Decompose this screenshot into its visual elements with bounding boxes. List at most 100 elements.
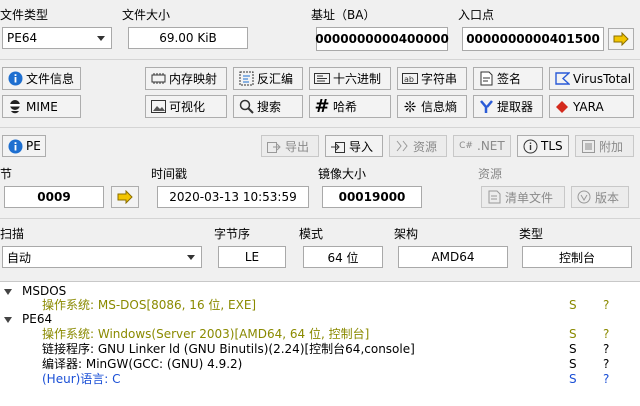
import-label: 导入 <box>349 139 374 154</box>
mime-button[interactable]: MIME <box>2 95 81 118</box>
hex-button[interactable]: 十六进制 <box>309 67 391 90</box>
search-button[interactable]: 搜索 <box>233 95 303 118</box>
arrow-right-icon <box>117 190 133 204</box>
architecture-field[interactable]: AMD64 <box>398 246 508 268</box>
section-label: 节 <box>0 167 13 181</box>
signature-marker[interactable]: S <box>569 342 577 357</box>
timestamp-field[interactable]: 2020-03-13 10:53:59 <box>157 186 309 208</box>
export-button[interactable]: 导出 <box>261 135 319 157</box>
strings-icon: ab <box>402 71 418 87</box>
file-type-label: 文件类型 <box>0 8 49 22</box>
image-icon <box>150 99 166 115</box>
signature-marker[interactable]: S <box>569 298 577 313</box>
endianness-field[interactable]: LE <box>218 246 286 268</box>
base-address-field[interactable]: 0000000000400000 <box>315 27 449 51</box>
tree-node-label: PE64 <box>22 312 53 326</box>
overlay-button[interactable]: 附加 <box>575 135 634 157</box>
entry-point-go-button[interactable] <box>608 28 634 50</box>
info-marker[interactable]: ? <box>603 327 609 342</box>
entry-point-field[interactable]: 0000000000401500 <box>462 27 604 51</box>
info-marker[interactable]: ? <box>603 342 609 357</box>
type-field[interactable]: 控制台 <box>522 246 632 268</box>
signature-marker[interactable]: S <box>569 357 577 372</box>
signatures-button[interactable]: 签名 <box>473 67 543 90</box>
resources-button[interactable]: 资源 <box>389 135 447 157</box>
mode-label: 模式 <box>299 227 324 241</box>
arrow-right-icon <box>613 32 629 46</box>
mime-icon <box>7 99 23 115</box>
net-button[interactable]: C# .NET <box>453 135 511 157</box>
tree-row[interactable]: (Heur)语言: C S ? <box>0 372 640 387</box>
disassembly-button[interactable]: 反汇编 <box>233 67 303 90</box>
pe-button[interactable]: PE <box>2 135 46 157</box>
memory-map-icon <box>150 71 166 87</box>
tree-row[interactable]: 操作系统: Windows(Server 2003)[AMD64, 64 位, … <box>0 327 640 342</box>
yara-button[interactable]: YARA <box>549 95 634 118</box>
scan-mode-select[interactable]: 自动 <box>2 246 202 268</box>
virustotal-button[interactable]: VirusTotal <box>549 67 634 90</box>
scan-results-tree[interactable]: MSDOS 操作系统: MS-DOS[8086, 16 位, EXE] S ? … <box>0 281 640 406</box>
detection-text: 操作系统: Windows(Server 2003)[AMD64, 64 位, … <box>42 327 370 341</box>
section-count-field[interactable]: 0009 <box>4 186 104 208</box>
file-info-button[interactable]: 文件信息 <box>2 67 81 90</box>
image-size-field[interactable]: 00019000 <box>322 186 422 208</box>
visualization-button[interactable]: 可视化 <box>145 95 227 118</box>
disassembly-label: 反汇编 <box>257 72 294 86</box>
detection-text: (Heur)语言: C <box>42 372 121 386</box>
version-icon <box>576 189 592 205</box>
tree-row[interactable]: 链接程序: GNU Linker ld (GNU Binutils)(2.24)… <box>0 342 640 357</box>
info-marker[interactable]: ? <box>603 298 609 313</box>
chevron-down-icon <box>97 36 105 41</box>
yara-icon <box>554 99 570 115</box>
version-label: 版本 <box>595 190 620 205</box>
type-label: 类型 <box>519 227 544 241</box>
scan-label: 扫描 <box>0 227 25 241</box>
pe-label: PE <box>26 139 41 153</box>
mime-label: MIME <box>26 99 58 114</box>
signature-icon <box>478 71 494 87</box>
tree-node-pe64[interactable]: PE64 <box>0 312 640 327</box>
expand-triangle-icon <box>4 317 12 323</box>
info-outline-icon <box>522 138 538 154</box>
detection-text: 操作系统: MS-DOS[8086, 16 位, EXE] <box>42 298 257 312</box>
mode-field[interactable]: 64 位 <box>303 246 383 268</box>
extractor-label: 提取器 <box>497 100 534 114</box>
architecture-label: 架构 <box>394 227 419 241</box>
extractor-icon <box>478 99 494 115</box>
tree-node-msdos[interactable]: MSDOS <box>0 284 640 299</box>
tree-row[interactable]: 编译器: MinGW(GCC: (GNU) 4.9.2) S ? <box>0 357 640 372</box>
signature-marker[interactable]: S <box>569 372 577 387</box>
strings-button[interactable]: ab 字符串 <box>397 67 467 90</box>
image-size-label: 镜像大小 <box>318 167 367 181</box>
signatures-label: 签名 <box>497 72 522 86</box>
chevron-down-icon <box>187 255 195 260</box>
extractor-button[interactable]: 提取器 <box>473 95 543 118</box>
detection-text: 编译器: MinGW(GCC: (GNU) 4.9.2) <box>42 357 243 371</box>
version-button[interactable]: 版本 <box>571 186 629 208</box>
import-icon <box>330 138 346 154</box>
svg-text:ab: ab <box>404 75 414 84</box>
file-type-select[interactable]: PE64 <box>2 27 112 49</box>
manifest-label: 清单文件 <box>505 190 554 205</box>
signature-marker[interactable]: S <box>569 327 577 342</box>
scan-mode-value: 自动 <box>7 250 32 265</box>
file-size-field[interactable]: 69.00 KiB <box>128 27 248 49</box>
info-icon <box>7 71 23 87</box>
info-marker[interactable]: ? <box>603 357 609 372</box>
tls-button[interactable]: TLS <box>517 135 569 157</box>
import-button[interactable]: 导入 <box>325 135 383 157</box>
base-address-label: 基址（BA） <box>311 8 376 22</box>
section-go-button[interactable] <box>111 186 139 208</box>
strings-label: 字符串 <box>421 72 458 86</box>
manifest-button[interactable]: 清单文件 <box>481 186 565 208</box>
csharp-icon: C# <box>459 141 473 151</box>
memory-map-button[interactable]: 内存映射 <box>145 67 227 90</box>
entropy-button[interactable]: ❊ 信息熵 <box>397 95 467 118</box>
hash-icon: # <box>314 96 330 117</box>
tree-row[interactable]: 操作系统: MS-DOS[8086, 16 位, EXE] S ? <box>0 298 640 313</box>
entry-point-label: 入口点 <box>458 8 495 22</box>
entropy-label: 信息熵 <box>421 100 458 114</box>
disassembly-icon <box>238 71 254 87</box>
hash-button[interactable]: # 哈希 <box>309 95 391 118</box>
info-marker[interactable]: ? <box>603 372 609 387</box>
